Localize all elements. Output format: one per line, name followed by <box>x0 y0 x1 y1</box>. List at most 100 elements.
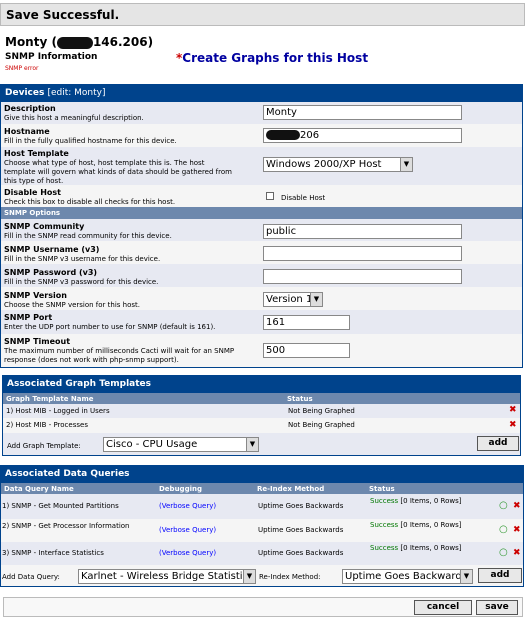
host-title-suffix: 146.206) <box>92 35 154 49</box>
chevron-down-icon: ▼ <box>243 570 255 583</box>
save-button[interactable]: save <box>476 600 518 615</box>
snmp-info-label: SNMP Information <box>5 52 98 62</box>
snmp-version-value: Version 1 <box>266 294 313 305</box>
data-queries-panel: Associated Data Queries Data Query Name … <box>0 465 524 587</box>
username-help: Fill in the SNMP v3 username for this de… <box>4 255 161 263</box>
save-banner: Save Successful. <box>0 3 525 26</box>
description-row: Description Give this host a meaningful d… <box>1 102 522 124</box>
snmp-username-row: SNMP Username (v3) Fill in the SNMP v3 us… <box>1 241 522 264</box>
snmp-version-select[interactable]: Version 1 ▼ <box>263 292 323 307</box>
snmp-community-input[interactable]: public <box>263 224 462 239</box>
reindex-method: Uptime Goes Backwards <box>258 526 344 534</box>
chevron-down-icon: ▼ <box>246 438 258 451</box>
create-graphs-link[interactable]: *Create Graphs for this Host <box>176 51 368 65</box>
edit-host-link[interactable]: [edit: Monty] <box>47 88 105 98</box>
timeout-help: The maximum number of milliseconds Cacti… <box>4 347 235 364</box>
add-graph-template-select[interactable]: Cisco - CPU Usage ▼ <box>103 437 259 452</box>
data-query-row: 2) SNMP - Get Processor Information (Ver… <box>1 519 523 542</box>
reindex-method: Uptime Goes Backwards <box>258 502 344 510</box>
snmp-version-row: SNMP Version Choose the SNMP version for … <box>1 287 522 310</box>
delete-x-icon[interactable]: ✖ <box>513 525 521 535</box>
version-title: SNMP Version <box>4 291 67 300</box>
snmp-password-input[interactable] <box>263 269 462 284</box>
disable-host-checkbox[interactable] <box>266 192 274 200</box>
chevron-down-icon: ▼ <box>460 570 472 583</box>
verbose-query-link[interactable]: (Verbose Query) <box>159 502 216 511</box>
add-graph-template-value: Cisco - CPU Usage <box>106 439 198 450</box>
data-queries-colhdr: Data Query Name Debugging Re-Index Metho… <box>1 483 523 494</box>
add-graph-template-button[interactable]: add <box>477 436 519 451</box>
graph-templates-header: Associated Graph Templates <box>3 376 520 393</box>
graph-template-row: 2) Host MIB - Processes Not Being Graphe… <box>3 418 520 433</box>
port-title: SNMP Port <box>4 313 53 322</box>
template-help: Choose what type of host, host template … <box>4 159 232 185</box>
verbose-query-link[interactable]: (Verbose Query) <box>159 526 216 535</box>
hostname-value: 206 <box>300 130 320 141</box>
data-query-row: 3) SNMP - Interface Statistics (Verbose … <box>1 542 523 565</box>
banner-message: Save Successful. <box>6 8 120 22</box>
add-data-query-button[interactable]: add <box>478 568 522 583</box>
reload-circle-icon[interactable]: ○ <box>499 524 508 535</box>
host-title-prefix: Monty ( <box>5 35 57 49</box>
add-data-query-select[interactable]: Karlnet - Wireless Bridge Statistics ▼ <box>78 569 256 584</box>
data-query-name-col: Data Query Name <box>4 485 74 493</box>
disable-title: Disable Host <box>4 188 61 197</box>
reload-circle-icon[interactable]: ○ <box>499 500 508 511</box>
add-graph-template-label: Add Graph Template: <box>7 442 81 450</box>
status-success: Success <box>370 497 399 505</box>
data-query-status: Success [0 Items, 0 Rows] <box>370 544 488 553</box>
community-help: Fill in the SNMP read community for this… <box>4 232 172 240</box>
delete-x-icon[interactable]: ✖ <box>509 420 517 430</box>
host-template-row: Host Template Choose what type of host, h… <box>1 147 522 185</box>
verbose-query-link[interactable]: (Verbose Query) <box>159 549 216 558</box>
status-success: Success <box>370 521 399 529</box>
graph-template-name: 1) Host MIB - Logged in Users <box>6 407 110 415</box>
cancel-button[interactable]: cancel <box>414 600 472 615</box>
graph-templates-colhdr: Graph Template Name Status <box>3 393 520 404</box>
reindex-method-select[interactable]: Uptime Goes Backwards ▼ <box>342 569 473 584</box>
data-query-row: 1) SNMP - Get Mounted Partitions (Verbos… <box>1 494 523 519</box>
description-help: Give this host a meaningful description. <box>4 114 144 122</box>
redaction-blot <box>266 130 300 140</box>
username-title: SNMP Username (v3) <box>4 245 100 254</box>
snmp-username-input[interactable] <box>263 246 462 261</box>
dq-status-col: Status <box>369 485 395 493</box>
devices-panel: Devices [edit: Monty] Description Give th… <box>0 84 523 368</box>
graph-template-status: Not Being Graphed <box>288 407 355 415</box>
reload-circle-icon[interactable]: ○ <box>499 547 508 558</box>
status-detail: [0 Items, 0 Rows] <box>400 521 462 529</box>
reindex-method: Uptime Goes Backwards <box>258 549 344 557</box>
disable-host-row: Disable Host Check this box to disable al… <box>1 185 522 207</box>
template-title: Host Template <box>4 149 69 158</box>
port-help: Enter the UDP port number to use for SNM… <box>4 323 216 331</box>
add-data-query-value: Karlnet - Wireless Bridge Statistics <box>81 571 254 582</box>
timeout-title: SNMP Timeout <box>4 337 71 346</box>
data-query-name: 3) SNMP - Interface Statistics <box>2 549 104 557</box>
data-queries-header: Associated Data Queries <box>1 466 523 483</box>
snmp-port-input[interactable]: 161 <box>263 315 350 330</box>
hostname-row: Hostname Fill in the fully qualified host… <box>1 124 522 147</box>
add-data-query-label: Add Data Query: <box>2 573 60 581</box>
devices-header: Devices [edit: Monty] <box>1 85 522 102</box>
data-query-name: 1) SNMP - Get Mounted Partitions <box>2 502 119 510</box>
community-title: SNMP Community <box>4 222 85 231</box>
add-data-query-row: Add Data Query: Karlnet - Wireless Bridg… <box>1 565 523 586</box>
graph-template-row: 1) Host MIB - Logged in Users Not Being … <box>3 404 520 418</box>
host-template-value: Windows 2000/XP Host <box>266 159 382 170</box>
devices-header-title: Devices <box>5 88 45 98</box>
status-success: Success <box>370 544 399 552</box>
description-input[interactable]: Monty <box>263 105 462 120</box>
snmp-timeout-row: SNMP Timeout The maximum number of millis… <box>1 334 522 367</box>
delete-x-icon[interactable]: ✖ <box>513 548 521 558</box>
hostname-input[interactable]: 206 <box>263 128 462 143</box>
delete-x-icon[interactable]: ✖ <box>513 501 521 511</box>
status-detail: [0 Items, 0 Rows] <box>400 497 462 505</box>
delete-x-icon[interactable]: ✖ <box>509 405 517 415</box>
footer-bar: cancel save <box>3 597 523 617</box>
hostname-help: Fill in the fully qualified hostname for… <box>4 137 177 145</box>
graph-template-status: Not Being Graphed <box>288 421 355 429</box>
snmp-timeout-input[interactable]: 500 <box>263 343 350 358</box>
host-template-select[interactable]: Windows 2000/XP Host ▼ <box>263 157 413 172</box>
version-help: Choose the SNMP version for this host. <box>4 301 140 309</box>
chevron-down-icon: ▼ <box>310 293 322 306</box>
